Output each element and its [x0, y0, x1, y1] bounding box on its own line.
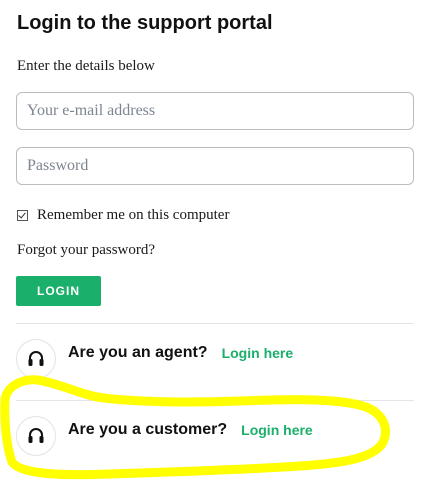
divider: [16, 400, 414, 401]
remember-me-row[interactable]: Remember me on this computer: [17, 207, 229, 224]
page-title: Login to the support portal: [17, 12, 273, 34]
instructions-text: Enter the details below: [17, 58, 155, 74]
headset-icon: [16, 339, 56, 379]
forgot-password-link[interactable]: Forgot your password?: [17, 242, 155, 259]
password-field[interactable]: [16, 147, 414, 185]
customer-question: Are you a customer?: [68, 421, 228, 438]
agent-login-link[interactable]: Login here: [222, 345, 294, 361]
login-button[interactable]: LOGIN: [16, 276, 101, 306]
email-field[interactable]: [16, 92, 414, 130]
remember-me-checkbox[interactable]: [17, 210, 28, 221]
customer-login-row: Are you a customer? Login here: [16, 416, 313, 456]
divider: [16, 323, 414, 324]
agent-login-row: Are you an agent? Login here: [16, 339, 293, 379]
customer-login-link[interactable]: Login here: [241, 422, 313, 438]
agent-question: Are you an agent?: [68, 344, 208, 361]
remember-me-label: Remember me on this computer: [37, 207, 230, 223]
headset-icon: [16, 416, 56, 456]
